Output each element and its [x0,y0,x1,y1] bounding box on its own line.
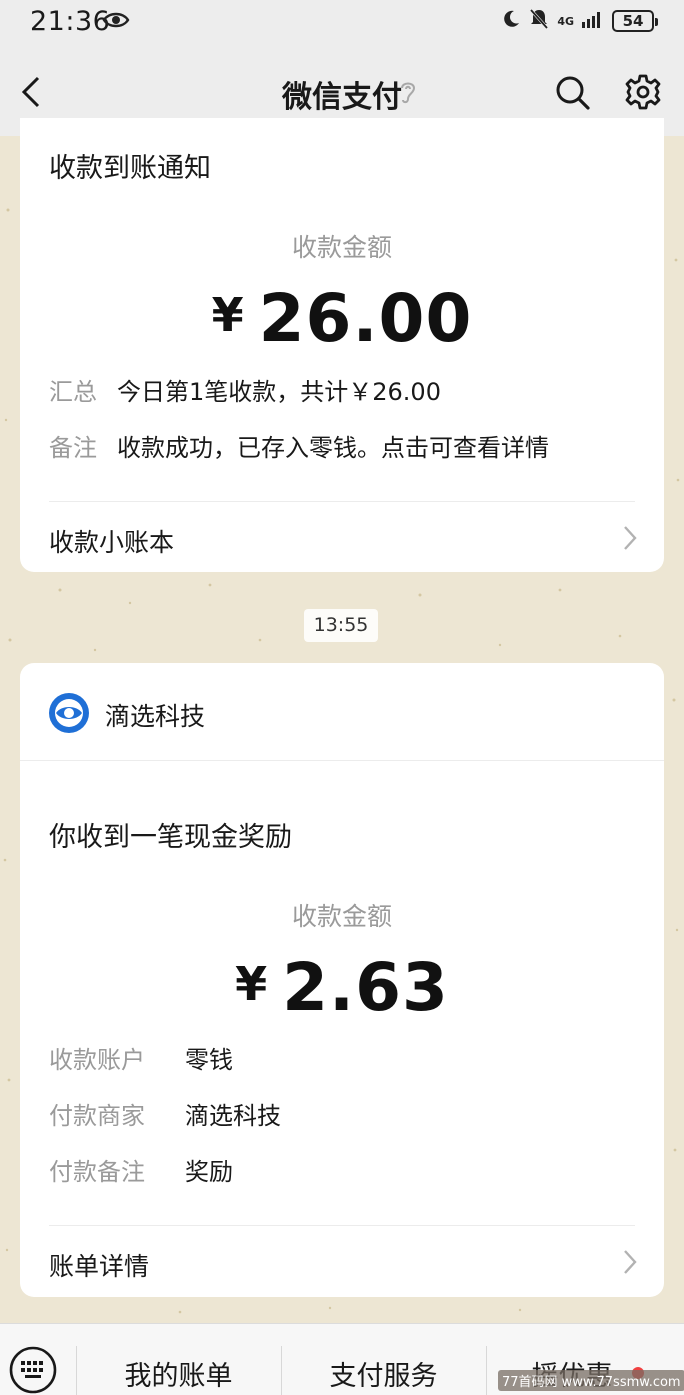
amount-label: 收款金额 [291,902,392,931]
gear-icon[interactable] [624,73,662,115]
status-time: 21:36 [30,6,111,37]
cash-reward-card[interactable]: 滴选科技 你收到一笔现金奖励 收款金额 ¥2.63 收款账户 零钱 付款商家 滴选科… [20,663,664,1297]
currency-symbol: ¥ [211,288,245,342]
menu-payment-services[interactable]: 支付服务 [282,1354,485,1393]
menu-my-bills[interactable]: 我的账单 [77,1354,280,1393]
detail-key: 收款账户 [49,1046,145,1074]
search-icon[interactable] [554,74,592,116]
eye-icon [102,9,130,35]
detail-key: 付款商家 [49,1102,145,1130]
network-label: 4G [557,14,574,28]
message-timestamp: 13:55 [304,609,378,642]
keyboard-icon[interactable] [8,1345,58,1395]
amount-label: 收款金额 [291,233,392,262]
ledger-link[interactable]: 收款小账本 [49,523,640,559]
battery-indicator: 54 [612,10,658,32]
detail-row-remark: 付款备注 奖励 [49,1152,640,1187]
detail-value: 今日第1笔收款，共计￥26.00 [117,378,441,406]
status-bar: 21:36 4G 54 [0,0,684,44]
divider [49,1225,635,1226]
ear-icon [398,78,418,110]
detail-row-account: 收款账户 零钱 [49,1040,640,1075]
amount-value: ¥2.63 [20,949,664,1026]
detail-row-merchant: 付款商家 滴选科技 [49,1096,640,1131]
amount-number: 2.63 [282,949,449,1026]
amount-value: ¥26.00 [20,280,664,357]
merchant-header[interactable]: 滴选科技 [20,663,664,761]
detail-key: 汇总 [49,378,97,406]
moon-icon [501,9,521,33]
bill-details-label: 账单详情 [49,1252,150,1281]
amount-number: 26.00 [258,280,473,357]
detail-key: 备注 [49,434,97,462]
detail-value: 奖励 [185,1158,233,1186]
payment-notification-card[interactable]: 收款到账通知 收款金额 ¥26.00 汇总 今日第1笔收款，共计￥26.00 备注… [20,118,664,572]
eye-logo-icon [47,691,91,739]
divider [49,501,635,502]
detail-row-remark: 备注 收款成功，已存入零钱。点击可查看详情 [49,428,640,463]
mute-bell-icon [529,8,549,34]
watermark: 77首码网 www.77ssmw.com [498,1370,684,1391]
currency-symbol: ¥ [235,957,269,1011]
chevron-right-icon [622,1248,638,1280]
ledger-link-label: 收款小账本 [49,528,175,557]
detail-value: 零钱 [185,1046,233,1074]
detail-value: 滴选科技 [185,1102,281,1130]
notification-title: 收款到账通知 [49,153,211,184]
notification-title: 你收到一笔现金奖励 [49,822,292,853]
merchant-name: 滴选科技 [105,702,206,731]
detail-key: 付款备注 [49,1158,145,1186]
detail-value: 收款成功，已存入零钱。点击可查看详情 [117,434,549,462]
chevron-right-icon [622,524,638,556]
signal-icon [582,10,604,32]
detail-row-summary: 汇总 今日第1笔收款，共计￥26.00 [49,372,640,407]
bill-details-link[interactable]: 账单详情 [49,1247,640,1283]
